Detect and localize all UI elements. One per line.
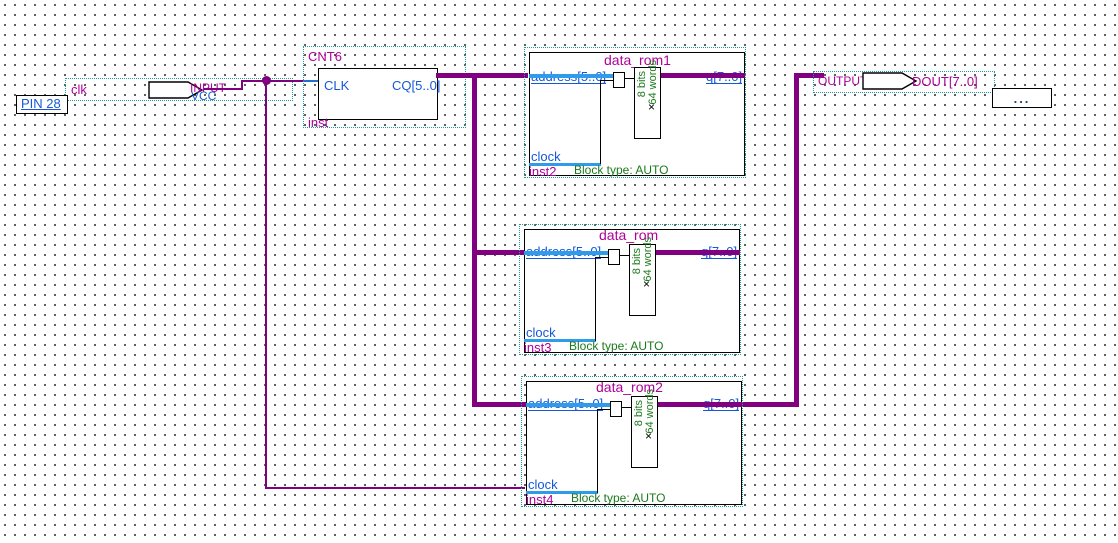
bus-output-from-rom3[interactable]	[741, 402, 798, 407]
rom3-clock-port-label: clock	[528, 477, 558, 492]
bus-address-trunk-vertical[interactable]	[472, 73, 477, 407]
rom3-instance-label: inst4	[526, 492, 554, 507]
rom2-address-decoder	[608, 249, 620, 265]
rom3-q-bus[interactable]	[658, 402, 742, 407]
clk-signal-label: clk	[71, 82, 87, 97]
dout-signal-label: DOUT[7..0]	[912, 74, 978, 89]
rom3-address-decoder	[610, 401, 622, 417]
rom3-clock-feed-wire-h	[597, 409, 611, 410]
rom2-clock-port-label: clock	[526, 325, 556, 340]
output-pin-symbol[interactable]	[862, 72, 918, 90]
rom1-mem-words-label: 64 words	[647, 60, 659, 105]
counter-instance-label: inst	[308, 115, 329, 130]
wire-clk-to-corner[interactable]	[204, 88, 243, 90]
rom2-clock-feed-wire	[595, 257, 596, 341]
counter-block[interactable]	[318, 68, 438, 120]
rom1-mem-multiply-symbol: ×	[648, 100, 656, 114]
rom2-clock-feed-wire-h	[595, 257, 609, 258]
rom2-q-bus[interactable]	[656, 250, 740, 255]
bus-address-to-rom1[interactable]	[472, 73, 528, 78]
rom1-clock-port-label: clock	[531, 149, 561, 164]
rom1-clock-feed-wire-h	[600, 80, 614, 81]
rom1-address-decoder	[613, 72, 625, 88]
rom3-block-type-label: Block type: AUTO	[571, 491, 666, 505]
counter-title: CNT6	[308, 49, 342, 64]
rom2-instance-label: inst3	[524, 340, 552, 355]
output-type-label: OUTPUT	[818, 74, 868, 88]
rom1-q-bus[interactable]	[661, 73, 745, 78]
wire-clk-vertical-trunk[interactable]	[265, 80, 267, 489]
rom3-address-port-line	[526, 403, 622, 407]
bus-output-trunk-vertical[interactable]	[794, 73, 799, 407]
rom3-mem-words-label: 64 words	[644, 389, 656, 434]
rom3-mem-multiply-symbol: ×	[645, 429, 653, 443]
bus-cq-out[interactable]	[436, 73, 472, 78]
schematic-canvas[interactable]: clk INPUT VCC PIN 28 CNT6 CLK CQ[5..0] i…	[0, 0, 1118, 543]
rom1-address-port-line	[529, 74, 625, 78]
rom1-title: data_rom1	[604, 52, 671, 68]
rom2-mem-words-label: 64 words	[642, 237, 654, 282]
rom2-mem-multiply-symbol: ×	[643, 277, 651, 291]
rom1-clock-feed-wire	[600, 80, 601, 164]
counter-clk-port-label: CLK	[324, 78, 350, 93]
rom2-block-type-label: Block type: AUTO	[569, 339, 664, 353]
counter-cq-port-label: CQ[5..0]	[392, 78, 441, 93]
rom1-block-type-label: Block type: AUTO	[574, 163, 669, 177]
wire-clk-to-rom3-clock[interactable]	[265, 487, 525, 489]
rom2-address-port-line	[524, 251, 620, 255]
output-pin-assignment-stamp[interactable]: ...	[992, 88, 1052, 108]
input-default-value-label: VCC	[191, 89, 217, 103]
pin-assignment-stamp[interactable]: PIN 28	[16, 95, 68, 114]
rom1-instance-label: inst2	[529, 164, 557, 179]
bus-address-to-rom3[interactable]	[472, 402, 528, 407]
rom3-clock-feed-wire	[597, 409, 598, 493]
